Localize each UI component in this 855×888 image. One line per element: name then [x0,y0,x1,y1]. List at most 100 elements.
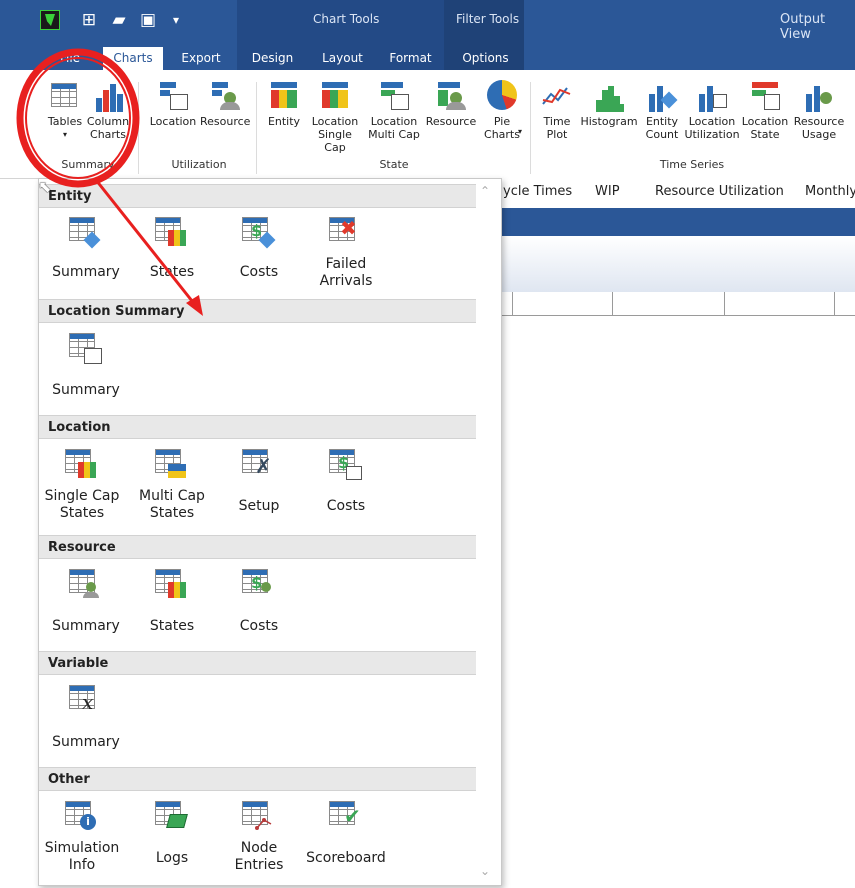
section-resource: Resource [39,535,476,559]
histogram-icon [592,80,626,112]
location-utilization-icon [695,80,729,112]
tables-button[interactable]: Tables ▾ [44,80,86,141]
section-other: Other [39,767,476,791]
scoreboard-item[interactable]: ✔ Scoreboard [302,798,390,867]
item-label: Summary [52,618,120,634]
item-label: Multi Cap States [139,488,205,521]
tab-wip[interactable]: WIP [595,184,620,199]
table-node-icon [239,798,279,836]
simulation-info-item[interactable]: i Simulation Info [38,798,126,874]
resource-costs-item[interactable]: $ Costs [215,566,303,635]
histogram-label: Histogram [580,115,638,128]
tables-label: Tables [47,115,83,128]
location-utilization-ts-button[interactable]: Location Utilization [684,80,740,141]
tab-monthly[interactable]: Monthly [805,184,855,199]
location-single-cap-label: Location Single Cap [311,115,359,154]
item-label: Summary [52,382,120,398]
item-label: States [149,618,195,634]
location-label: Location [149,115,197,128]
table-states-icon [152,566,192,604]
table-icon [48,80,82,112]
entity-count-label: Entity Count [645,115,679,141]
filter-tools-label: Filter Tools [456,12,520,26]
section-variable: Variable [39,651,476,675]
new-file-icon[interactable]: ⊞ [78,10,100,30]
item-label: Scoreboard [306,850,386,866]
resource-state-button[interactable]: Resource [424,80,478,128]
column-charts-label: Column Charts [86,115,130,141]
tab-cycle-times[interactable]: ycle Times [503,184,572,199]
resource-states-item[interactable]: States [128,566,216,635]
tab-design[interactable]: Design [245,47,300,70]
group-divider [256,82,257,174]
node-entries-item[interactable]: Node Entries [215,798,303,874]
item-label: States [149,264,195,280]
tab-layout[interactable]: Layout [315,47,370,70]
tab-file[interactable]: File [50,47,90,70]
location-state-icon [748,80,782,112]
section-location-summary: Location Summary [39,299,476,323]
tab-options[interactable]: Options [458,47,513,70]
state-group-label: State [379,158,409,171]
resource-usage-button[interactable]: Resource Usage [790,80,848,141]
entity-count-button[interactable]: Entity Count [640,80,684,141]
table-check-icon: ✔ [326,798,366,836]
report-tab-strip: ycle Times WIP Resource Utilization Mont… [495,180,855,204]
location-setup-item[interactable]: ✗ Setup [215,446,303,515]
logs-item[interactable]: Logs [128,798,216,867]
location-utilization-button[interactable]: Location [144,80,202,128]
entity-summary-item[interactable]: Summary [42,214,130,281]
resource-summary-item[interactable]: Summary [42,566,130,635]
chart-tools-label: Chart Tools [313,12,380,26]
column-divider[interactable] [512,292,513,316]
entity-states-item[interactable]: States [128,214,216,281]
location-single-cap-states-item[interactable]: Single Cap States [38,446,126,522]
entity-failed-arrivals-item[interactable]: ✖ Failed Arrivals [302,214,390,290]
item-label: Costs [239,264,279,280]
location-single-cap-button[interactable]: Location Single Cap [306,80,364,154]
open-folder-icon[interactable]: ▰ [108,10,130,30]
entity-label: Entity [267,115,301,128]
location-chart-icon [156,80,190,112]
section-entity: Entity [39,184,476,208]
item-label: Node Entries [234,840,284,873]
entity-state-button[interactable]: Entity [262,80,306,128]
item-label: Summary [52,264,120,280]
table-setup-icon: ✗ [239,446,279,484]
column-divider[interactable] [834,292,835,316]
resource-utilization-button[interactable]: Resource [200,80,250,128]
group-divider [530,82,531,174]
customize-quick-access-icon[interactable]: ▾ [165,10,187,30]
location-state-ts-button[interactable]: Location State [740,80,790,141]
variable-summary-item[interactable]: x Summary [42,682,130,751]
tab-resource-utilization[interactable]: Resource Utilization [655,184,784,199]
location-multi-cap-button[interactable]: Location Multi Cap [366,80,422,141]
location-multi-cap-states-item[interactable]: Multi Cap States [128,446,216,522]
location-costs-item[interactable]: $ Costs [302,446,390,515]
app-logo-icon[interactable] [40,10,60,30]
tab-charts[interactable]: Charts [103,47,163,70]
histogram-button[interactable]: Histogram [578,80,640,128]
resource-usage-icon [802,80,836,112]
entity-state-icon [267,80,301,112]
resource-state-label: Resource [425,115,477,128]
tab-export[interactable]: Export [176,47,226,70]
utilization-group-label: Utilization [171,158,227,171]
column-divider[interactable] [612,292,613,316]
report-subheader-band [490,236,855,292]
tab-format[interactable]: Format [383,47,438,70]
time-plot-button[interactable]: Time Plot [536,80,578,141]
mouse-cursor-icon: ⬉ [38,177,52,196]
column-chart-icon [91,80,125,112]
entity-costs-item[interactable]: $ Costs [215,214,303,281]
table-costs-icon: $ [239,566,279,604]
table-costs-icon: $ [239,214,279,252]
scroll-up-icon[interactable]: ⌃ [480,184,490,198]
pie-charts-button[interactable]: Pie Charts ▾ [478,80,526,141]
table-variable-icon: x [66,682,106,720]
scroll-down-icon[interactable]: ⌄ [480,864,490,878]
location-summary-item[interactable]: Summary [42,330,130,399]
column-divider[interactable] [724,292,725,316]
save-icon[interactable]: ▣ [137,10,159,30]
column-charts-button[interactable]: Column Charts [86,80,130,141]
